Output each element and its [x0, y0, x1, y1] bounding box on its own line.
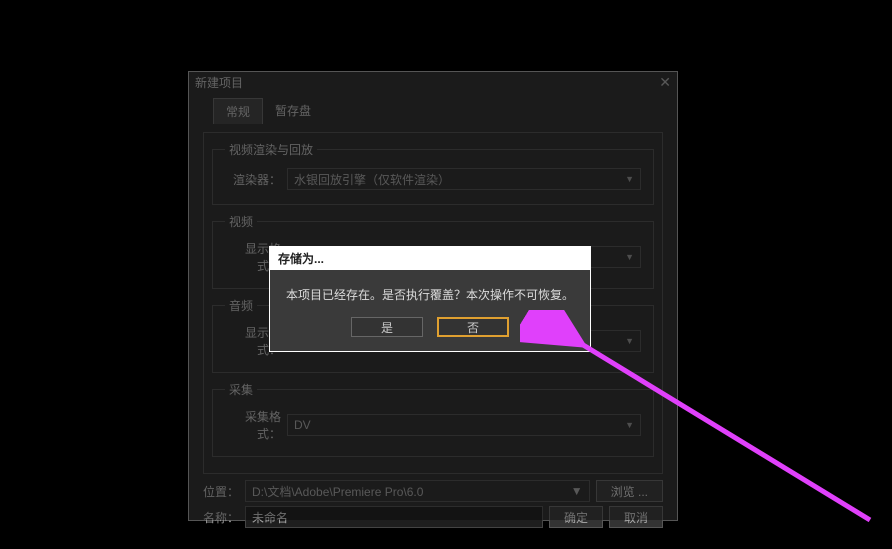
group-video-render: 视频渲染与回放 渲染器： 水银回放引擎（仅软件渲染） ▼: [212, 141, 654, 205]
location-path: D:\文档\Adobe\Premiere Pro\6.0: [252, 483, 423, 500]
name-value: 未命名: [252, 509, 288, 526]
chevron-down-icon: ▼: [571, 484, 583, 498]
ok-button[interactable]: 确定: [549, 506, 603, 528]
tabs: 常规 暂存盘: [213, 98, 663, 124]
chevron-down-icon: ▼: [625, 336, 634, 346]
confirm-button-row: 是 否: [270, 311, 590, 351]
yes-button[interactable]: 是: [351, 317, 423, 337]
browse-button[interactable]: 浏览 ...: [596, 480, 663, 502]
confirm-title: 存储为...: [270, 247, 590, 270]
label-renderer: 渲染器：: [225, 171, 281, 188]
cancel-button[interactable]: 取消: [609, 506, 663, 528]
select-capture-value: DV: [294, 418, 311, 432]
dialog-title: 新建项目: [195, 74, 243, 91]
select-renderer-value: 水银回放引擎（仅软件渲染）: [294, 171, 450, 188]
label-location: 位置：: [203, 483, 239, 500]
legend-video: 视频: [225, 213, 257, 230]
confirm-message: 本项目已经存在。是否执行覆盖？本次操作不可恢复。: [270, 270, 590, 311]
group-capture: 采集 采集格式： DV ▼: [212, 381, 654, 457]
select-capture-format[interactable]: DV ▼: [287, 414, 641, 436]
row-name: 名称： 未命名 确定 取消: [203, 506, 663, 528]
titlebar: 新建项目 ✕: [189, 72, 677, 92]
label-capture-format: 采集格式：: [225, 408, 281, 442]
chevron-down-icon: ▼: [625, 174, 634, 184]
name-input[interactable]: 未命名: [245, 506, 543, 528]
tab-scratch-disks[interactable]: 暂存盘: [263, 98, 323, 124]
label-name: 名称：: [203, 509, 239, 526]
save-as-confirm-dialog: 存储为... 本项目已经存在。是否执行覆盖？本次操作不可恢复。 是 否: [269, 246, 591, 352]
chevron-down-icon: ▼: [625, 252, 634, 262]
chevron-down-icon: ▼: [625, 420, 634, 430]
legend-capture: 采集: [225, 381, 257, 398]
select-location[interactable]: D:\文档\Adobe\Premiere Pro\6.0 ▼: [245, 480, 590, 502]
select-renderer[interactable]: 水银回放引擎（仅软件渲染） ▼: [287, 168, 641, 190]
row-location: 位置： D:\文档\Adobe\Premiere Pro\6.0 ▼ 浏览 ..…: [203, 480, 663, 502]
no-button[interactable]: 否: [437, 317, 509, 337]
tab-general[interactable]: 常规: [213, 98, 263, 124]
close-icon[interactable]: ✕: [659, 74, 671, 91]
legend-audio: 音频: [225, 297, 257, 314]
legend-render: 视频渲染与回放: [225, 141, 317, 158]
